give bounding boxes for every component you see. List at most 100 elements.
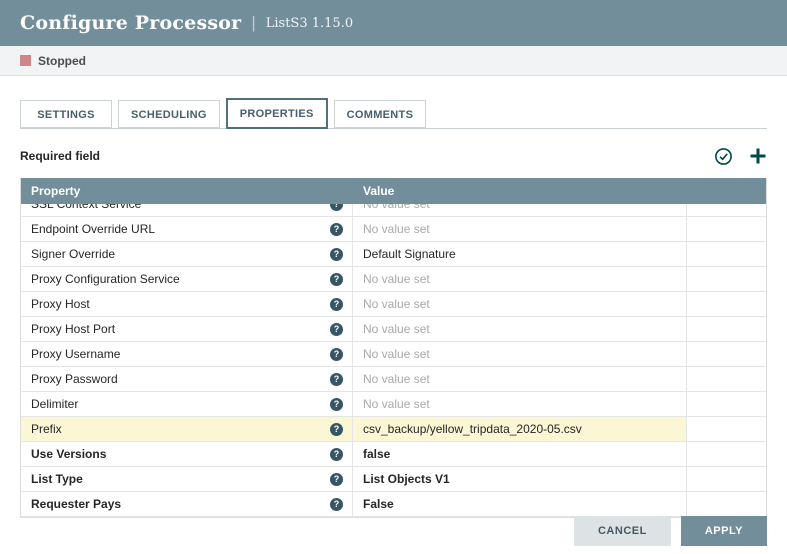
table-row[interactable]: Signer Override ? Default Signature (21, 242, 766, 267)
title-separator: | (251, 13, 255, 33)
table-row[interactable]: Prefix ? csv_backup/yellow_tripdata_2020… (21, 417, 766, 442)
help-icon[interactable]: ? (330, 373, 343, 386)
stopped-icon (20, 55, 31, 66)
actions-cell (687, 204, 766, 216)
properties-toolbar: Required field (20, 144, 767, 168)
property-cell: List Type ? (21, 467, 353, 491)
table-row[interactable]: Endpoint Override URL ? No value set (21, 217, 766, 242)
dialog-header: Configure Processor | ListS3 1.15.0 (0, 0, 787, 46)
property-value[interactable]: No value set (353, 392, 687, 416)
property-value[interactable]: Default Signature (353, 242, 687, 266)
add-property-icon[interactable] (749, 147, 767, 165)
toolbar-icons (714, 147, 767, 166)
help-icon[interactable]: ? (330, 398, 343, 411)
actions-cell (687, 392, 766, 416)
cancel-button[interactable]: CANCEL (574, 516, 671, 546)
actions-cell (687, 267, 766, 291)
property-value[interactable]: csv_backup/yellow_tripdata_2020-05.csv (353, 417, 687, 441)
property-cell: Proxy Host Port ? (21, 317, 353, 341)
property-cell: Requester Pays ? (21, 492, 353, 516)
table-row[interactable]: SSL Context Service ? No value set (21, 204, 766, 217)
table-row[interactable]: Proxy Configuration Service ? No value s… (21, 267, 766, 292)
property-value[interactable]: List Objects V1 (353, 467, 687, 491)
property-name: SSL Context Service (31, 204, 141, 211)
table-row[interactable]: Proxy Username ? No value set (21, 342, 766, 367)
actions-cell (687, 367, 766, 391)
table-row[interactable]: Requester Pays ? False (21, 492, 766, 517)
property-cell: Delimiter ? (21, 392, 353, 416)
status-label: Stopped (38, 54, 86, 68)
verify-properties-icon[interactable] (714, 147, 733, 166)
property-value[interactable]: No value set (353, 217, 687, 241)
table-row[interactable]: Proxy Password ? No value set (21, 367, 766, 392)
help-icon[interactable]: ? (330, 204, 343, 211)
property-cell: Proxy Password ? (21, 367, 353, 391)
property-name: Requester Pays (31, 497, 121, 511)
help-icon[interactable]: ? (330, 498, 343, 511)
property-cell: Proxy Host ? (21, 292, 353, 316)
help-icon[interactable]: ? (330, 423, 343, 436)
actions-cell (687, 242, 766, 266)
status-bar: Stopped (0, 46, 787, 76)
column-header-property: Property (21, 184, 353, 198)
property-cell: Signer Override ? (21, 242, 353, 266)
tab-bar: SETTINGS SCHEDULING PROPERTIES COMMENTS (20, 98, 767, 129)
property-value[interactable]: No value set (353, 204, 687, 216)
table-body: SSL Context Service ? No value set Endpo… (21, 204, 766, 517)
property-name: List Type (31, 472, 83, 486)
configure-processor-dialog: Configure Processor | ListS3 1.15.0 Stop… (0, 0, 787, 76)
help-icon[interactable]: ? (330, 298, 343, 311)
property-value[interactable]: No value set (353, 267, 687, 291)
property-value[interactable]: No value set (353, 317, 687, 341)
processor-type-version: ListS3 1.15.0 (266, 16, 353, 31)
help-icon[interactable]: ? (330, 273, 343, 286)
help-icon[interactable]: ? (330, 223, 343, 236)
dialog-footer: CANCEL APPLY (574, 516, 767, 546)
property-name: Proxy Password (31, 372, 118, 386)
property-value[interactable]: false (353, 442, 687, 466)
property-value[interactable]: False (353, 492, 687, 516)
clipped-row: SSL Context Service ? No value set (21, 204, 766, 217)
table-row[interactable]: Proxy Host Port ? No value set (21, 317, 766, 342)
table-row[interactable]: Use Versions ? false (21, 442, 766, 467)
column-header-value: Value (353, 184, 687, 198)
tab-scheduling[interactable]: SCHEDULING (118, 100, 220, 128)
actions-cell (687, 467, 766, 491)
help-icon[interactable]: ? (330, 473, 343, 486)
required-field-label: Required field (20, 149, 100, 163)
help-icon[interactable]: ? (330, 348, 343, 361)
property-value[interactable]: No value set (353, 342, 687, 366)
actions-cell (687, 217, 766, 241)
table-row[interactable]: List Type ? List Objects V1 (21, 467, 766, 492)
tab-properties[interactable]: PROPERTIES (226, 98, 328, 129)
actions-cell (687, 492, 766, 516)
actions-cell (687, 417, 766, 441)
help-icon[interactable]: ? (330, 448, 343, 461)
tab-settings[interactable]: SETTINGS (20, 100, 112, 128)
dialog-content: SETTINGS SCHEDULING PROPERTIES COMMENTS … (0, 76, 787, 554)
actions-cell (687, 342, 766, 366)
help-icon[interactable]: ? (330, 248, 343, 261)
table-row[interactable]: Proxy Host ? No value set (21, 292, 766, 317)
tab-comments[interactable]: COMMENTS (334, 100, 427, 128)
property-cell: SSL Context Service ? (21, 204, 353, 216)
properties-table: Property Value SSL Context Service ? No … (20, 178, 767, 518)
apply-button[interactable]: APPLY (681, 516, 767, 546)
property-name: Proxy Configuration Service (31, 272, 180, 286)
property-cell: Use Versions ? (21, 442, 353, 466)
property-cell: Proxy Username ? (21, 342, 353, 366)
property-name: Endpoint Override URL (31, 222, 155, 236)
table-header: Property Value (21, 178, 766, 204)
property-value[interactable]: No value set (353, 292, 687, 316)
property-cell: Proxy Configuration Service ? (21, 267, 353, 291)
property-cell: Endpoint Override URL ? (21, 217, 353, 241)
property-value[interactable]: No value set (353, 367, 687, 391)
property-name: Signer Override (31, 247, 115, 261)
dialog-title: Configure Processor (20, 12, 241, 34)
table-row[interactable]: Delimiter ? No value set (21, 392, 766, 417)
property-name: Proxy Host Port (31, 322, 115, 336)
actions-cell (687, 442, 766, 466)
help-icon[interactable]: ? (330, 323, 343, 336)
property-name: Prefix (31, 422, 62, 436)
property-name: Proxy Username (31, 347, 120, 361)
